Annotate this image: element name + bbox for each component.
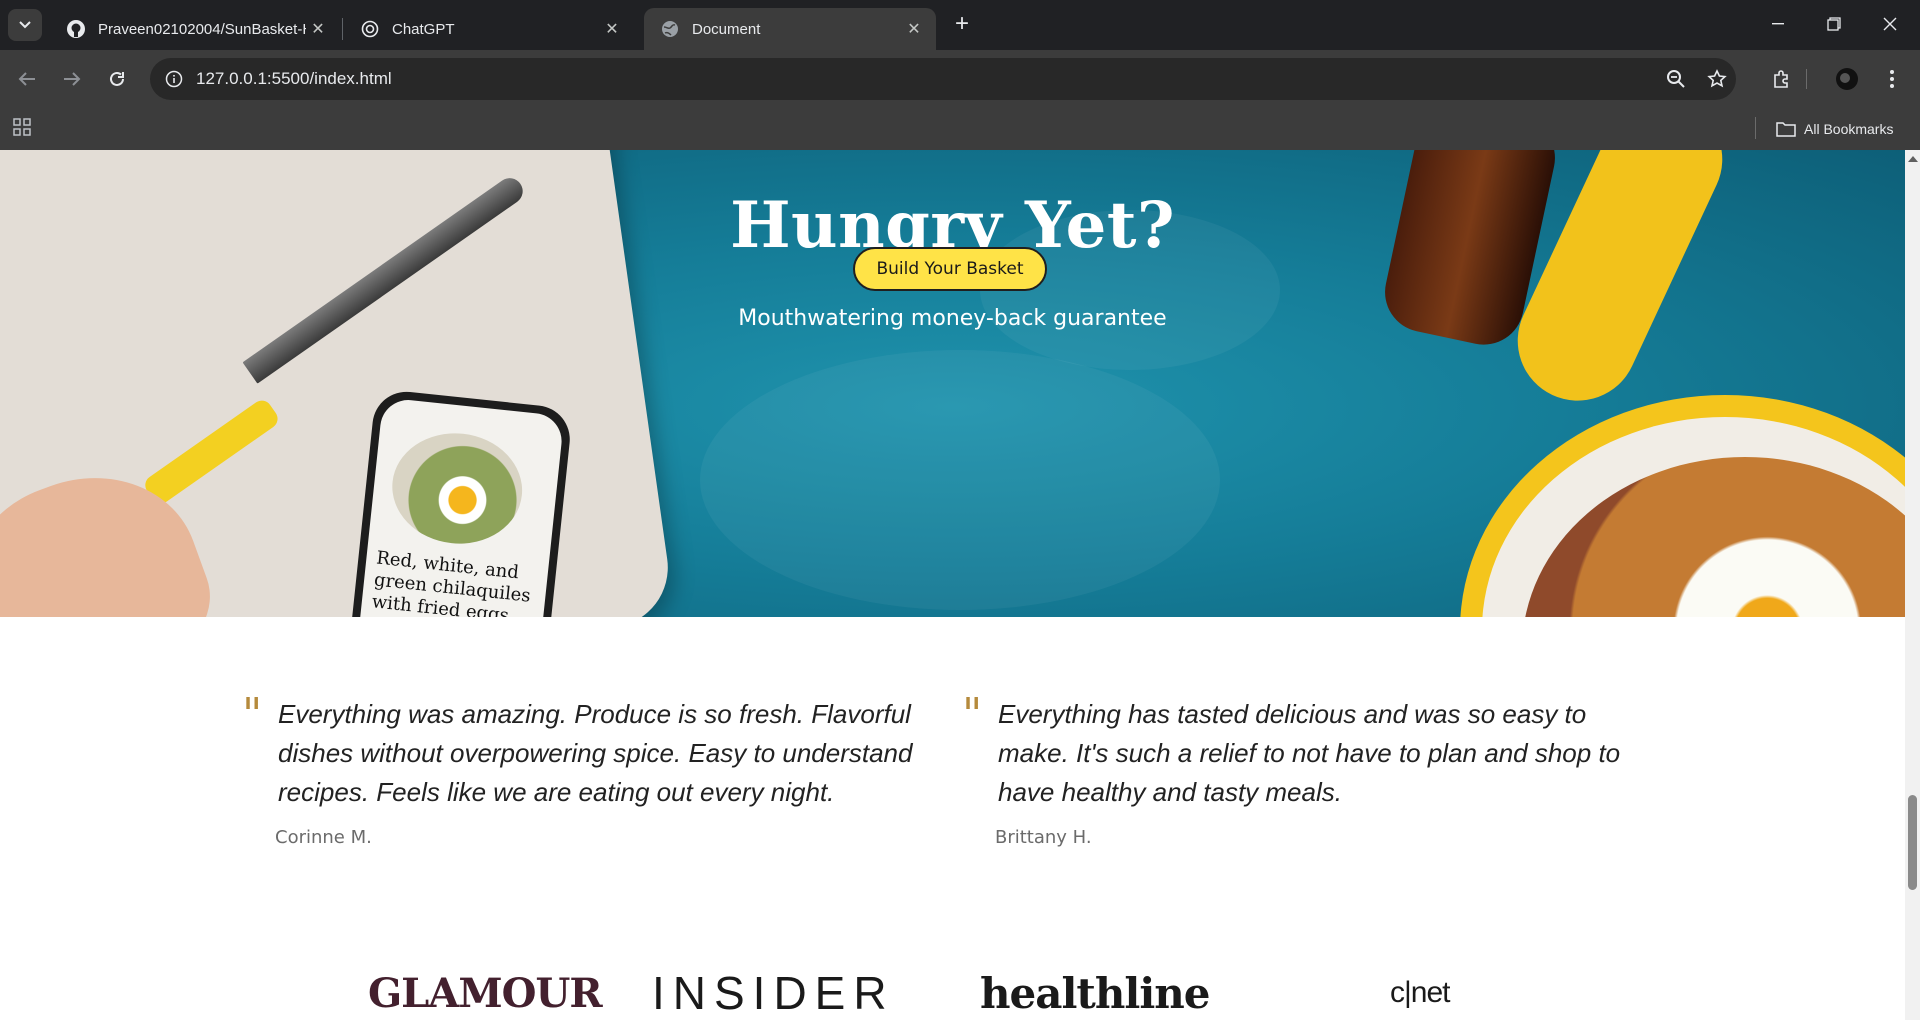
restore-icon [1827,17,1841,31]
tab-title: Praveen02102004/SunBasket-H [98,20,306,38]
testimonial-author: Brittany H. [995,827,1092,848]
phone-image: Red, white, and green chilaquiles with f… [344,388,574,617]
page-scrollbar[interactable] [1905,150,1920,1020]
all-bookmarks-button[interactable]: All Bookmarks [1776,116,1893,142]
avatar-icon [1836,68,1858,90]
arrow-right-icon [64,72,81,86]
page-viewport: Red, white, and green chilaquiles with f… [0,150,1905,1020]
quote-mark-icon: " [962,689,983,740]
address-bar[interactable]: 127.0.0.1:5500/index.html [150,58,1736,100]
insider-logo: INSIDER [652,967,895,1019]
close-icon[interactable]: ✕ [600,17,624,41]
all-bookmarks-label: All Bookmarks [1804,121,1894,137]
phone-screen: Red, white, and green chilaquiles with f… [353,397,565,617]
reload-icon [110,71,124,86]
tab-title: Document [692,20,761,38]
minimize-icon [1772,23,1784,25]
close-icon[interactable]: ✕ [306,17,330,41]
tab-document[interactable]: Document ✕ [644,8,936,50]
scroll-up-arrow-icon[interactable] [1908,156,1918,162]
chevron-down-icon [19,21,31,29]
bookmark-star-icon[interactable] [1705,67,1729,91]
minimize-button[interactable] [1750,0,1806,48]
skillet-inner [1482,417,1905,617]
close-window-button[interactable] [1862,0,1918,48]
profile-avatar[interactable] [1830,62,1864,96]
reload-button[interactable] [100,62,134,96]
browser-toolbar: 127.0.0.1:5500/index.html [0,50,1920,108]
cnet-logo: c|net [1390,976,1450,1009]
testimonial-author: Corinne M. [275,827,372,848]
folder-icon [1776,122,1796,137]
close-icon[interactable]: ✕ [902,17,926,41]
tab-chatgpt[interactable]: ChatGPT ✕ [344,8,634,50]
glamour-logo: GLAMOUR [368,969,603,1017]
globe-icon [660,19,680,39]
close-icon [1883,17,1897,31]
bookmarks-bar: All Bookmarks [0,108,1920,150]
healthline-logo: healthline [980,968,1211,1018]
hero-subtitle: Mouthwatering money-back guarantee [738,306,1167,331]
quote-mark-icon: " [242,689,263,740]
chatgpt-icon [360,19,380,39]
testimonial-quote: Everything has tasted delicious and was … [998,699,1621,807]
tab-search-button[interactable] [8,9,42,41]
dish-image [386,426,528,550]
build-basket-button[interactable]: Build Your Basket [853,247,1047,291]
skillet-image [1460,395,1905,617]
tab-github[interactable]: Praveen02102004/SunBasket-H ✕ [50,8,340,50]
menu-button[interactable] [1875,62,1909,96]
hero-banner: Red, white, and green chilaquiles with f… [0,150,1905,617]
new-tab-button[interactable]: + [948,11,976,39]
bookmarks-separator [1755,117,1756,139]
url-text[interactable]: 127.0.0.1:5500/index.html [196,69,392,89]
forward-button[interactable] [55,62,89,96]
chilaquiles-image [1522,457,1905,617]
github-icon [66,19,86,39]
tab-strip: Praveen02102004/SunBasket-H ✕ ChatGPT ✕ … [0,0,1920,50]
restore-button[interactable] [1806,0,1862,48]
toolbar-separator [1801,62,1811,96]
phone-caption: Red, white, and green chilaquiles with f… [370,547,532,617]
zoom-icon[interactable] [1664,67,1688,91]
more-vertical-icon [1890,70,1894,88]
hero-texture [700,350,1220,610]
arrow-left-icon [18,72,35,86]
back-button[interactable] [10,62,44,96]
apps-grid-icon[interactable] [12,117,36,141]
tab-separator [342,18,343,40]
site-info-icon[interactable] [162,67,186,91]
scrollbar-thumb[interactable] [1908,795,1917,890]
testimonial-quote: Everything was amazing. Produce is so fr… [278,699,913,807]
tab-title: ChatGPT [392,20,455,38]
extensions-icon[interactable] [1765,62,1799,96]
